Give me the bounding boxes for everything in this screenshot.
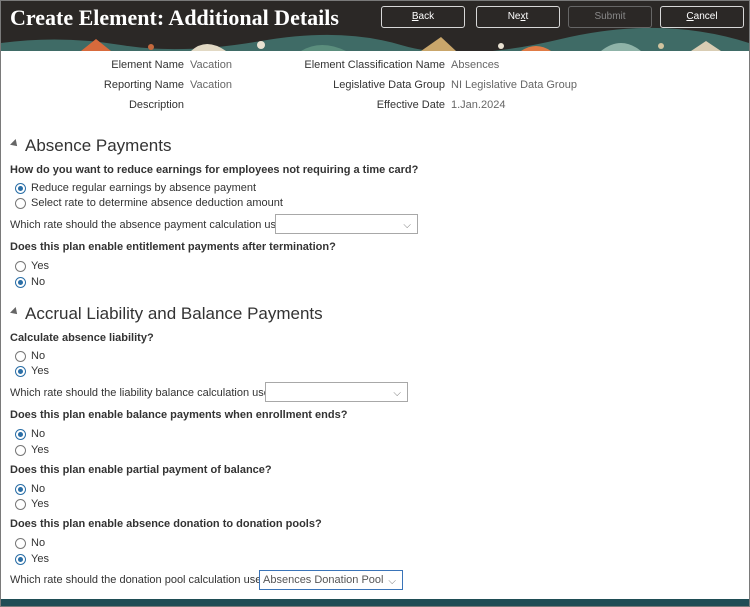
back-suffix: ack: [418, 11, 435, 22]
absence-payment-rate-select[interactable]: ⌵: [275, 214, 418, 234]
option-label: No: [31, 350, 46, 362]
submit-button[interactable]: Submit: [568, 6, 652, 28]
entitlement-no-option[interactable]: No: [15, 276, 45, 288]
select-value: Absences Donation Pool: [263, 574, 384, 586]
option-label: Select rate to determine absence deducti…: [31, 197, 283, 209]
absence-payments-title: Absence Payments: [25, 136, 172, 155]
element-name-label: Element Name: [111, 59, 184, 71]
collapse-triangle-icon: [10, 307, 20, 317]
liability-no-option[interactable]: No: [15, 350, 45, 362]
donation-yes-option[interactable]: Yes: [15, 553, 49, 565]
balance-payments-question: Does this plan enable balance payments w…: [10, 409, 348, 421]
next-prefix: Ne: [507, 11, 521, 22]
liability-yes-option[interactable]: Yes: [15, 365, 49, 377]
cancel-accesskey: C: [686, 11, 694, 22]
radio-selected-icon[interactable]: [15, 428, 26, 440]
effective-date-value: 1.Jan.2024: [451, 99, 506, 111]
collapse-triangle-icon: [10, 139, 20, 149]
radio-selected-icon[interactable]: [15, 553, 26, 565]
back-button[interactable]: Back: [381, 6, 465, 28]
next-button[interactable]: Next: [476, 6, 560, 28]
reporting-name-label: Reporting Name: [103, 79, 184, 91]
app-window: Create Element: Additional Details Back …: [0, 0, 750, 607]
partial-payment-question: Does this plan enable partial payment of…: [10, 464, 272, 476]
cancel-button[interactable]: Cancel: [660, 6, 744, 28]
accrual-title: Accrual Liability and Balance Payments: [25, 304, 323, 323]
absence-payment-rate-label: Which rate should the absence payment ca…: [10, 219, 289, 231]
page-title: Create Element: Additional Details: [10, 5, 339, 30]
absence-payments-section-header[interactable]: Absence Payments: [10, 136, 172, 156]
calculate-liability-question: Calculate absence liability?: [10, 332, 154, 344]
back-accesskey: B: [411, 11, 419, 22]
reduce-earnings-question: How do you want to reduce earnings for e…: [10, 164, 419, 176]
classification-value: Absences: [451, 59, 500, 71]
ldg-label: Legislative Data Group: [333, 79, 445, 91]
radio-unselected-icon[interactable]: [15, 260, 26, 272]
effective-date-label: Effective Date: [376, 99, 445, 111]
radio-unselected-icon[interactable]: [15, 197, 26, 209]
donation-rate-select[interactable]: Absences Donation Pool ⌵: [259, 570, 403, 590]
ldg-value: NI Legislative Data Group: [451, 79, 577, 91]
element-name-value: Vacation: [190, 59, 232, 71]
radio-selected-icon[interactable]: [15, 276, 26, 288]
radio-selected-icon[interactable]: [15, 483, 26, 495]
accrual-section-header[interactable]: Accrual Liability and Balance Payments: [10, 304, 323, 324]
option-label: Yes: [31, 260, 49, 272]
reduce-regular-earnings-option[interactable]: Reduce regular earnings by absence payme…: [15, 182, 256, 194]
radio-unselected-icon[interactable]: [15, 498, 26, 510]
option-label: Reduce regular earnings by absence payme…: [31, 182, 257, 194]
balance-payments-yes-option[interactable]: Yes: [15, 444, 49, 456]
option-label: No: [31, 276, 46, 288]
option-label: Yes: [31, 365, 49, 377]
partial-payment-yes-option[interactable]: Yes: [15, 498, 49, 510]
radio-unselected-icon[interactable]: [15, 350, 26, 362]
option-label: Yes: [31, 553, 49, 565]
radio-unselected-icon[interactable]: [15, 537, 26, 549]
next-suffix: t: [525, 11, 529, 22]
liability-rate-label: Which rate should the liability balance …: [10, 387, 276, 399]
cancel-suffix: ancel: [693, 11, 718, 22]
radio-unselected-icon[interactable]: [15, 444, 26, 456]
donation-question: Does this plan enable absence donation t…: [10, 518, 322, 530]
radio-selected-icon[interactable]: [15, 182, 26, 194]
page-header: Create Element: Additional Details Back …: [1, 1, 749, 51]
liability-rate-select[interactable]: ⌵: [265, 382, 408, 402]
classification-label: Element Classification Name: [304, 59, 445, 71]
radio-selected-icon[interactable]: [15, 365, 26, 377]
option-label: No: [31, 537, 46, 549]
chevron-down-icon: ⌵: [393, 388, 401, 399]
balance-payments-no-option[interactable]: No: [15, 428, 45, 440]
option-label: Yes: [31, 498, 49, 510]
select-rate-option[interactable]: Select rate to determine absence deducti…: [15, 197, 283, 209]
reporting-name-value: Vacation: [190, 79, 232, 91]
partial-payment-no-option[interactable]: No: [15, 483, 45, 495]
chevron-down-icon: ⌵: [388, 576, 396, 587]
option-label: No: [31, 483, 46, 495]
option-label: Yes: [31, 444, 49, 456]
footer-bar: [1, 599, 749, 606]
donation-rate-label: Which rate should the donation pool calc…: [10, 574, 268, 586]
chevron-down-icon: ⌵: [403, 220, 411, 231]
entitlement-yes-option[interactable]: Yes: [15, 260, 49, 272]
description-label: Description: [128, 99, 184, 111]
donation-no-option[interactable]: No: [15, 537, 45, 549]
entitlement-payments-question: Does this plan enable entitlement paymen…: [10, 241, 336, 253]
option-label: No: [31, 428, 46, 440]
